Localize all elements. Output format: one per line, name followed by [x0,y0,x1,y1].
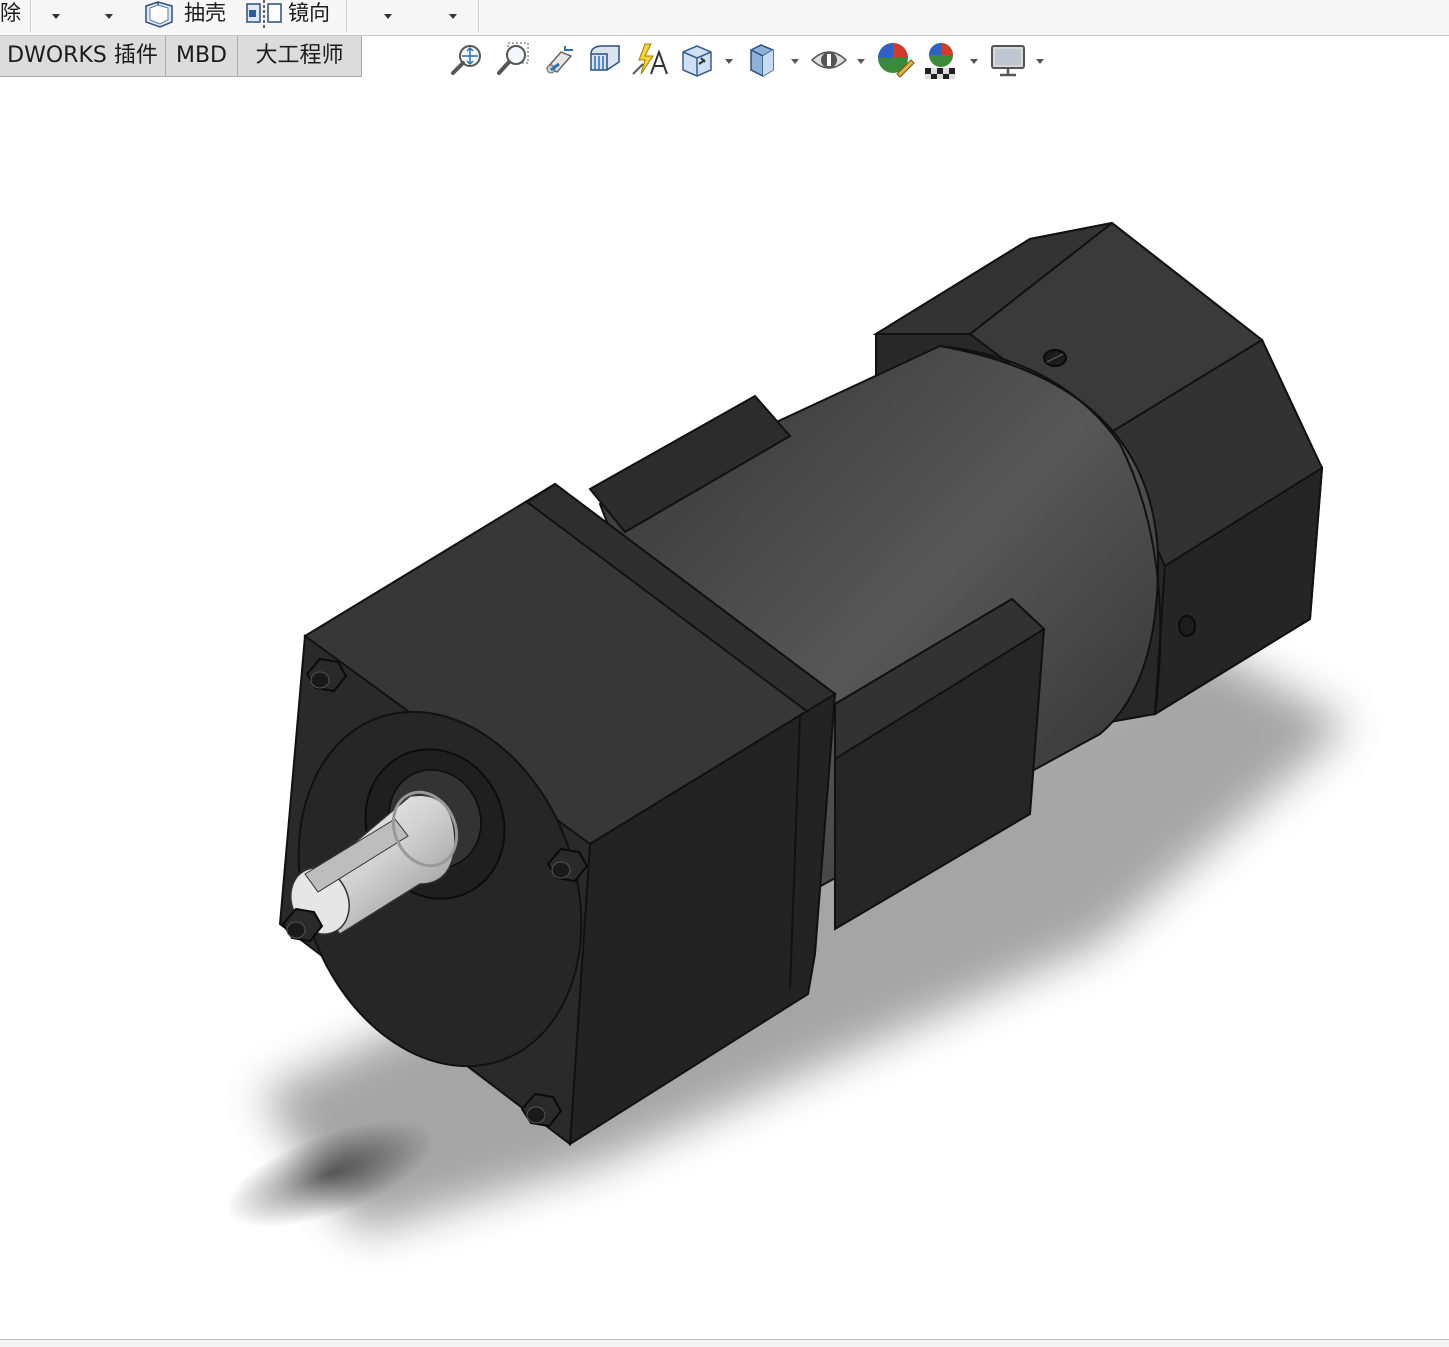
graphics-area[interactable] [0,84,1449,1339]
heads-up-view-toolbar [445,38,1055,84]
mirror-icon[interactable] [244,0,284,28]
solidworks-window: 除 抽壳 镜向 DWORKS 插件 MBD 大工程师 [0,0,1449,1347]
section-view-icon[interactable] [585,40,625,80]
chevron-down-icon[interactable] [970,59,978,64]
edit-appearance-icon[interactable] [875,40,915,80]
mirror-button[interactable]: 镜向 [288,0,330,28]
shell-button[interactable]: 抽壳 [184,0,226,28]
ribbon-separator [30,0,31,32]
apply-scene-icon[interactable] [921,40,961,80]
chevron-down-icon[interactable] [384,14,392,19]
partial-command-label[interactable]: 除 [0,0,21,28]
shell-icon[interactable] [142,0,178,28]
zoom-to-fit-icon[interactable] [447,40,487,80]
chevron-down-icon[interactable] [105,14,113,19]
previous-view-icon[interactable] [539,40,579,80]
view-settings-icon[interactable] [988,40,1028,80]
tab-da-gongchengshi[interactable]: 大工程师 [237,36,362,77]
display-style-icon[interactable] [743,40,783,80]
feature-ribbon: 除 抽壳 镜向 [0,0,1449,36]
tab-mbd[interactable]: MBD [165,36,238,77]
hide-show-items-icon[interactable] [809,40,849,80]
chevron-down-icon[interactable] [725,59,733,64]
dynamic-annotation-views-icon[interactable] [631,40,671,80]
view-orientation-icon[interactable] [677,40,717,80]
chevron-down-icon[interactable] [1036,59,1044,64]
chevron-down-icon[interactable] [857,59,865,64]
chevron-down-icon[interactable] [791,59,799,64]
gear-motor-model[interactable] [0,84,1449,1339]
ribbon-separator [346,0,347,32]
ribbon-separator [478,0,479,32]
zoom-to-area-icon[interactable] [493,40,533,80]
chevron-down-icon[interactable] [449,14,457,19]
chevron-down-icon[interactable] [52,14,60,19]
status-strip [0,1340,1449,1347]
tab-solidworks-addins[interactable]: DWORKS 插件 [0,36,166,77]
